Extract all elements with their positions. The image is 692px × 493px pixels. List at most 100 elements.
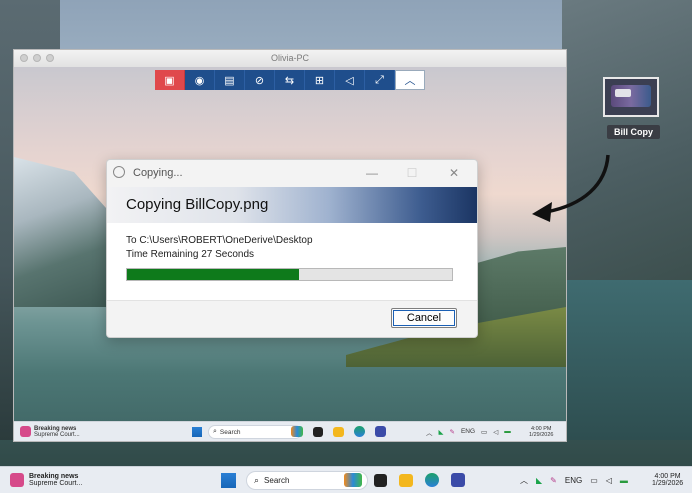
desktop-wallpaper-water: [562, 280, 692, 440]
clock[interactable]: 4:00 PM 1/29/2026: [652, 467, 683, 493]
collapse-toolbar-button[interactable]: ︿: [395, 70, 425, 90]
tray-chevron-icon[interactable]: ︿: [426, 427, 433, 437]
actions-icon: ⊘: [254, 74, 265, 87]
copy-dialog: Copying... — ☐ ✕ Copying BillCopy.png To…: [106, 159, 478, 338]
remote-start-button[interactable]: [192, 422, 202, 441]
local-taskbar: Breaking news Supreme Court... ⌕ Search …: [0, 466, 692, 493]
copy-dialog-titlebar: Copying... — ☐ ✕: [107, 160, 477, 187]
windows-start-icon: [221, 472, 236, 488]
pinned-apps: [344, 467, 465, 493]
minimize-window-button[interactable]: [33, 54, 41, 62]
network-icon[interactable]: ▭: [481, 428, 487, 436]
news-icon: [10, 473, 24, 487]
search-label: Search: [264, 476, 290, 485]
sound-button[interactable]: ◁: [335, 70, 365, 90]
remote-taskbar: Breaking news Supreme Court... ⌕ Search …: [14, 421, 566, 441]
image-thumbnail-icon: [603, 77, 659, 117]
apps-icon: ⊞: [314, 74, 325, 87]
zoom-window-button[interactable]: [46, 54, 54, 62]
remote-screen: ▣ ◉ ▤ ⊘ ⇆ ⊞ ◁ ⤢ ︿ Copying... — ☐ ✕ Copyi…: [14, 67, 566, 441]
fullscreen-icon: ⤢: [375, 73, 384, 86]
transfer-button[interactable]: ⇆: [275, 70, 305, 90]
remote-search-box[interactable]: ⌕ Search: [208, 425, 302, 439]
tray-pen-icon[interactable]: ✎: [550, 476, 557, 485]
task-view-icon[interactable]: [374, 473, 387, 487]
view-button[interactable]: ◉: [185, 70, 215, 90]
network-icon[interactable]: ▭: [590, 476, 598, 485]
apps-button[interactable]: ⊞: [305, 70, 335, 90]
search-icon: ⌕: [213, 428, 217, 435]
remote-control-toolbar: ▣ ◉ ▤ ⊘ ⇆ ⊞ ◁ ⤢ ︿: [155, 70, 425, 90]
remote-news-subtitle: Supreme Court...: [34, 431, 80, 438]
copy-dialog-title: Copying...: [133, 167, 183, 179]
remote-window-titlebar: Olivia-PC: [14, 50, 566, 68]
file-explorer-icon[interactable]: [399, 473, 413, 487]
edge-browser-icon[interactable]: [354, 426, 365, 437]
remote-window-title: Olivia-PC: [270, 53, 309, 63]
battery-icon[interactable]: ▬: [504, 428, 511, 435]
remote-news-title: Breaking news: [34, 425, 77, 432]
remote-system-tray: ︿ ◣ ✎ ENG ▭ ◁ ▬: [426, 422, 511, 441]
tray-chevron-icon[interactable]: ︿: [520, 475, 528, 486]
bill-copy-label: Bill Copy: [607, 125, 660, 139]
actions-button[interactable]: ⊘: [245, 70, 275, 90]
thumbnail-bill: [615, 89, 631, 97]
system-tray: ︿ ◣ ✎ ENG ▭ ◁ ▬: [520, 467, 628, 493]
remote-search-label: Search: [219, 428, 241, 436]
volume-icon[interactable]: ◁: [493, 428, 498, 436]
close-dialog-button[interactable]: ✕: [437, 160, 471, 187]
volume-icon[interactable]: ◁: [606, 476, 612, 485]
copy-details: To C:\Users\ROBERT\OneDerive\Desktop Tim…: [107, 223, 477, 300]
remote-pinned-apps: [291, 422, 386, 441]
tools-icon: ▤: [224, 74, 235, 87]
windows-start-icon: [192, 426, 202, 437]
time: 4:00 PM: [654, 473, 681, 480]
transfer-icon: ⇆: [284, 74, 295, 87]
battery-icon[interactable]: ▬: [620, 476, 628, 485]
drag-arrow-icon: [532, 154, 610, 222]
maximize-dialog-button: ☐: [406, 166, 418, 180]
bill-copy-file-icon[interactable]: Bill Copy: [603, 77, 660, 141]
tray-app-icon[interactable]: ◣: [536, 476, 542, 485]
file-explorer-icon[interactable]: [333, 426, 344, 437]
close-window-button[interactable]: [20, 54, 28, 62]
date: 1/29/2026: [652, 480, 684, 487]
lang-label[interactable]: ENG: [565, 476, 582, 485]
clock-icon: [113, 166, 125, 178]
news-widget[interactable]: Breaking news Supreme Court...: [10, 467, 82, 493]
start-button[interactable]: [221, 467, 236, 493]
sound-icon: ◁: [345, 74, 354, 87]
copy-destination: To C:\Users\ROBERT\OneDerive\Desktop: [126, 235, 313, 246]
news-subtitle: Supreme Court...: [29, 480, 83, 487]
copy-dialog-footer: Cancel: [107, 300, 477, 337]
remote-date: 1/29/2026: [529, 431, 554, 438]
cancel-button[interactable]: Cancel: [391, 308, 457, 328]
tray-pen-icon[interactable]: ✎: [450, 428, 455, 436]
copy-progress-fill: [127, 269, 300, 280]
view-icon: ◉: [194, 74, 205, 87]
store-icon[interactable]: [451, 473, 465, 487]
copy-progress-bar: [126, 268, 453, 281]
tray-app-icon[interactable]: ◣: [439, 428, 444, 436]
fullscreen-button[interactable]: ⤢: [365, 70, 395, 90]
remote-news-widget[interactable]: Breaking news Supreme Court...: [20, 422, 80, 441]
remote-lang-label[interactable]: ENG: [461, 428, 475, 435]
remote-desktop-window: Olivia-PC ▣ ◉ ▤ ⊘ ⇆ ⊞ ◁ ⤢ ︿ Copying... —…: [13, 49, 567, 442]
widgets-icon[interactable]: [291, 426, 303, 437]
stop-control-button[interactable]: ▣: [155, 70, 185, 90]
remote-clock[interactable]: 4:00 PM 1/29/2026: [529, 422, 553, 441]
collapse-icon: ︿: [404, 75, 416, 87]
search-icon: ⌕: [254, 475, 260, 485]
task-view-icon[interactable]: [313, 426, 323, 437]
store-icon[interactable]: [375, 426, 386, 437]
widgets-icon[interactable]: [344, 473, 362, 487]
copy-heading: Copying BillCopy.png: [107, 187, 477, 223]
window-controls: [20, 54, 54, 62]
stop-control-icon: ▣: [164, 74, 175, 87]
tools-button[interactable]: ▤: [215, 70, 245, 90]
news-icon: [20, 426, 31, 437]
edge-browser-icon[interactable]: [425, 473, 439, 487]
news-title: Breaking news: [29, 473, 79, 480]
time-remaining: Time Remaining 27 Seconds: [126, 249, 255, 260]
minimize-dialog-button[interactable]: —: [355, 160, 389, 187]
